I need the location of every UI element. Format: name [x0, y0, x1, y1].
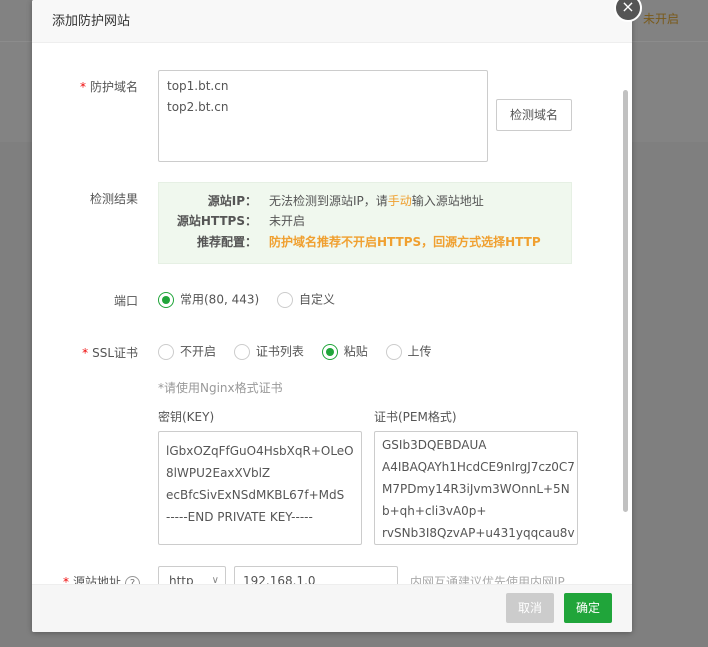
private-key-textarea[interactable]: lGbxOZqFfGuO4HsbXqR+OLeO 8lWPU2EaxXVblZ … — [158, 431, 362, 545]
pem-line: A4IBAQAYh1HcdCE9nIrgJ7cz0C7 — [382, 460, 575, 474]
pem-line: rvSNb3I8QzvAP+u431yqqcau8v — [382, 526, 575, 540]
pem-line: M7PDmy14R3iJvm3WOnnL+5N — [382, 482, 570, 496]
port-option-common[interactable]: 常用(80, 443) — [158, 289, 259, 310]
radio-checked-icon[interactable] — [321, 343, 338, 360]
source-hint: 内网互通建议优先使用内网IP — [410, 575, 565, 584]
radio-icon[interactable] — [277, 291, 293, 308]
key-label: 密钥(KEY) — [158, 410, 215, 424]
pem-line: GSIb3DQEBDAUA — [382, 438, 487, 452]
source-address-row: * 源站地址? http ∨ 192.168.1.0 内网互通建议优先使用内网IP — [32, 566, 632, 584]
ssl-label-text: SSL证书 — [92, 346, 138, 360]
radio-label: 上传 — [407, 344, 432, 359]
port-option-custom[interactable]: 自定义 — [277, 289, 335, 310]
result-key: 源站IP： — [207, 194, 257, 208]
manual-input-link[interactable]: 手动 — [388, 194, 412, 208]
source-label-text: 源站地址 — [72, 575, 121, 584]
domain-label: * 防护域名 — [32, 78, 138, 95]
domain-line: top2.bt.cn — [167, 100, 229, 114]
confirm-button[interactable]: 确定 — [564, 593, 612, 623]
ssl-option-upload[interactable]: 上传 — [385, 341, 432, 362]
result-text: 输入源站地址 — [411, 194, 484, 208]
ssl-label: * SSL证书 — [32, 344, 138, 361]
radio-icon[interactable] — [233, 343, 250, 360]
result-value: 未开启 — [269, 214, 306, 228]
result-text: 无法检测到源站IP，请 — [269, 194, 388, 208]
cancel-button[interactable]: 取消 — [506, 593, 554, 623]
pem-label: 证书(PEM格式) — [374, 410, 457, 424]
radio-label: 证书列表 — [255, 344, 304, 359]
key-line: ecBfcSivExNSdMKBL67f+MdS — [166, 488, 345, 502]
key-line: 8lWPU2EaxXVblZ — [166, 466, 271, 480]
help-icon[interactable]: ? — [125, 576, 140, 584]
key-line: -----END PRIVATE KEY----- — [166, 510, 313, 524]
dialog-title: 添加防护网站 — [32, 0, 632, 43]
domain-label-text: 防护域名 — [89, 80, 138, 94]
dialog-scrollbar[interactable] — [623, 90, 628, 512]
dialog-footer: 取消 确定 — [32, 584, 632, 632]
domain-line: top1.bt.cn — [167, 79, 229, 93]
radio-label: 自定义 — [299, 292, 336, 307]
chevron-down-icon: ∨ — [211, 575, 219, 584]
source-label: * 源站地址? — [32, 573, 140, 584]
result-label: 检测结果 — [89, 192, 138, 206]
result-key: 推荐配置： — [196, 235, 257, 249]
ssl-radio-group: 不开启 证书列表 粘贴 上传 — [158, 341, 446, 361]
certificate-textarea[interactable]: GSIb3DQEBDAUA A4IBAQAYh1HcdCE9nIrgJ7cz0C… — [374, 431, 578, 545]
result-value: 防护域名推荐不开启HTTPS，回源方式选择HTTP — [269, 235, 541, 249]
result-key: 源站HTTPS： — [176, 214, 257, 228]
result-value: 无法检测到源站IP，请手动输入源站地址 — [269, 191, 484, 211]
source-ip-input[interactable]: 192.168.1.0 — [234, 566, 398, 584]
port-radio-group: 常用(80, 443) 自定义 — [158, 289, 349, 309]
ssl-hint: *请使用Nginx格式证书 — [158, 381, 283, 395]
radio-icon[interactable] — [385, 343, 402, 360]
key-line: lGbxOZqFfGuO4HsbXqR+OLeO — [166, 444, 354, 458]
protocol-value: http — [169, 574, 194, 584]
required-mark: * — [62, 575, 69, 584]
add-site-dialog: 添加防护网站 * 防护域名 top1.bt.cn top2.bt.cn 检测域名 … — [32, 0, 632, 632]
radio-label: 粘贴 — [343, 344, 368, 359]
radio-label: 常用(80, 443) — [180, 292, 260, 307]
dialog-body: * 防护域名 top1.bt.cn top2.bt.cn 检测域名 检测结果 源站… — [32, 44, 632, 584]
domain-textarea[interactable]: top1.bt.cn top2.bt.cn — [158, 70, 488, 162]
required-mark: * — [82, 346, 89, 360]
radio-icon[interactable] — [158, 343, 174, 360]
background-status-text: 未开启 — [643, 12, 680, 26]
detect-domain-button[interactable]: 检测域名 — [496, 99, 572, 131]
detect-result-box: 源站IP： 无法检测到源站IP，请手动输入源站地址 源站HTTPS： 未开启 推… — [158, 182, 572, 264]
ssl-option-list[interactable]: 证书列表 — [233, 341, 304, 362]
port-label: 端口 — [113, 294, 138, 308]
radio-label: 不开启 — [180, 344, 217, 359]
protocol-select[interactable]: http ∨ — [158, 566, 226, 584]
radio-checked-icon[interactable] — [158, 291, 174, 308]
ssl-option-paste[interactable]: 粘贴 — [321, 341, 368, 362]
ssl-option-off[interactable]: 不开启 — [158, 341, 216, 362]
pem-line: b+qh+cli3vA0p+ — [382, 504, 487, 518]
required-mark: * — [79, 80, 86, 94]
